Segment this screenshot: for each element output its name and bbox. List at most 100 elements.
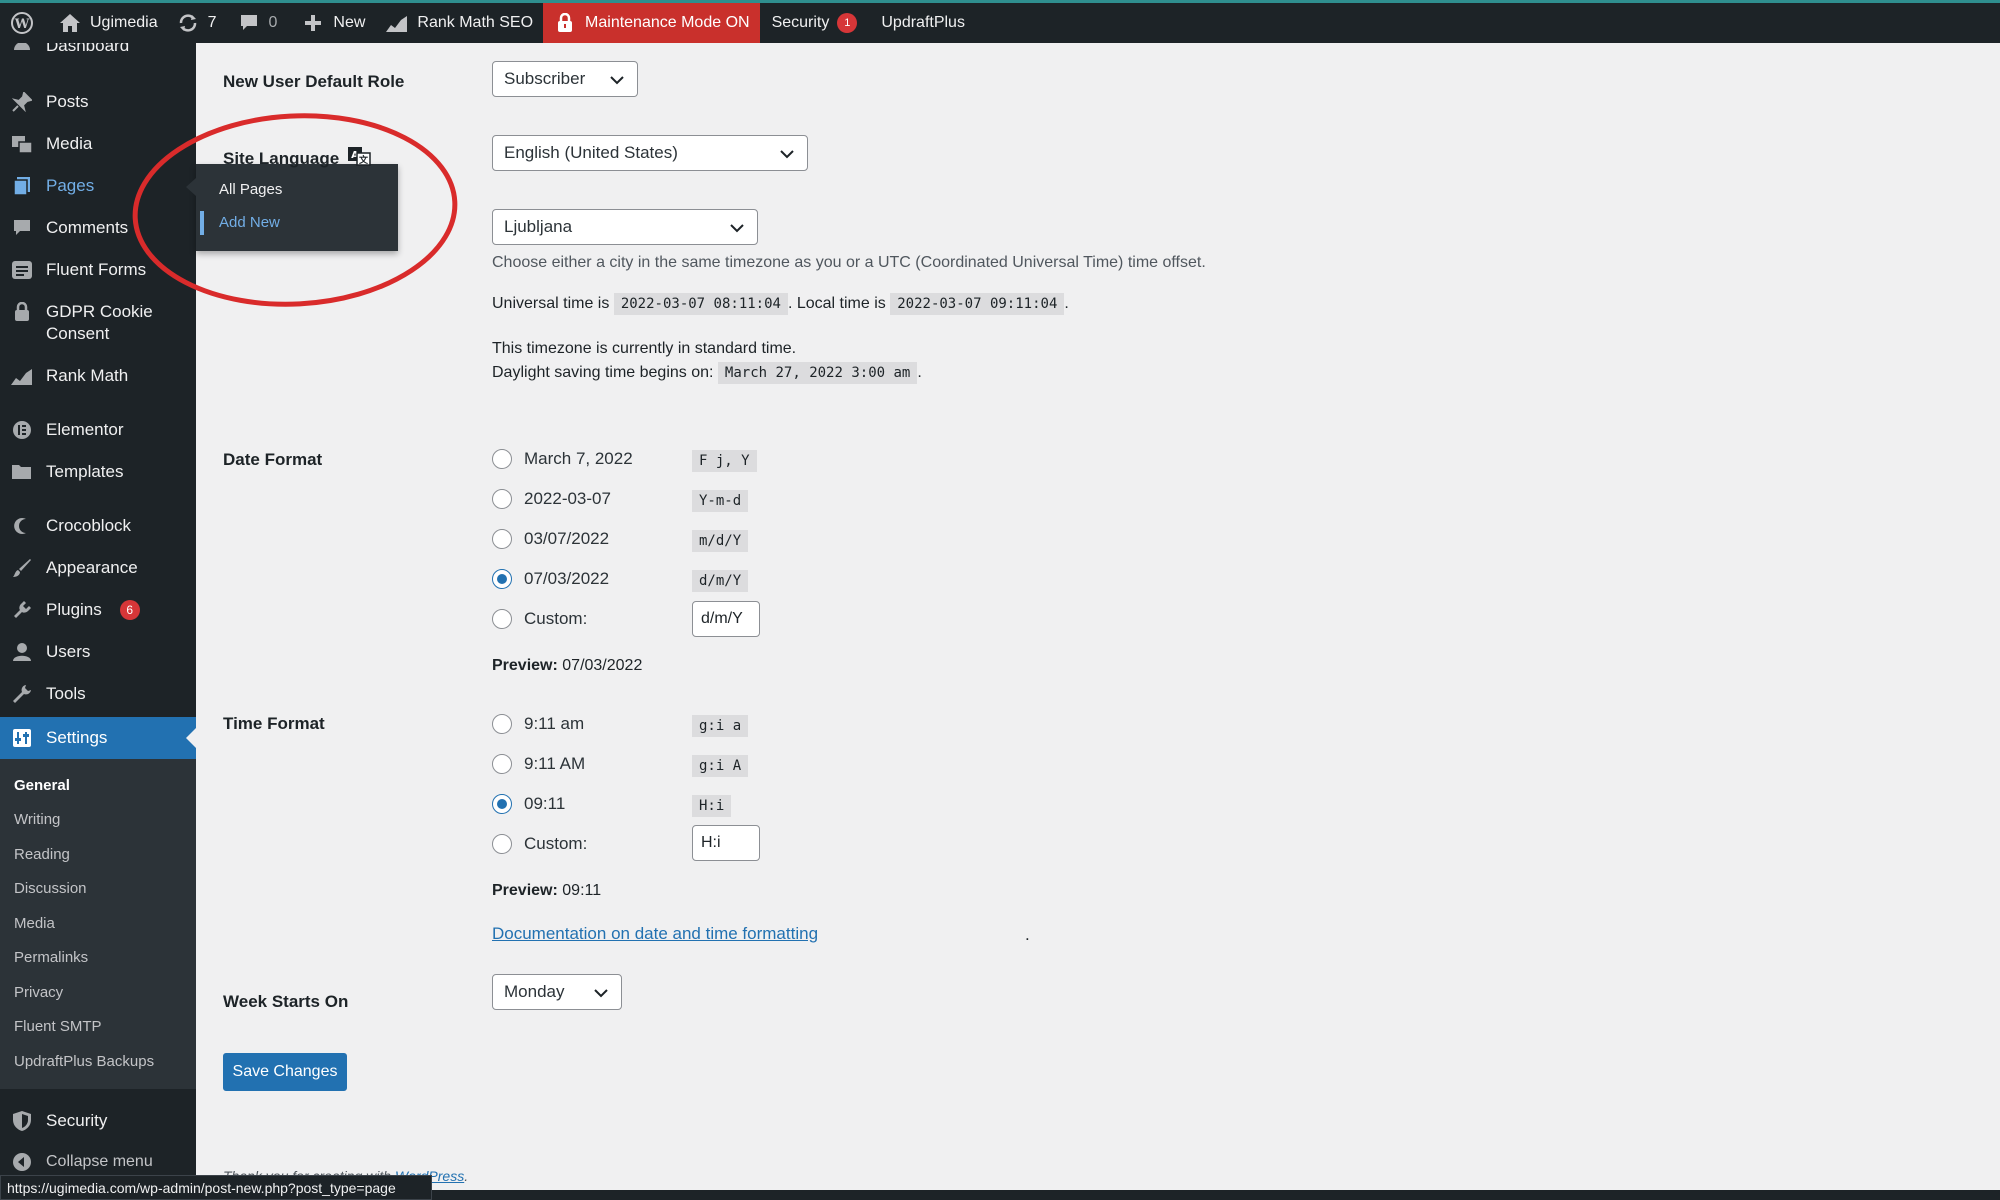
rank-math-label: Rank Math SEO <box>417 14 534 31</box>
maintenance-mode-toggle[interactable]: Maintenance Mode ON <box>543 3 760 43</box>
submenu-reading[interactable]: Reading <box>14 846 70 863</box>
date-format-label: Date Format <box>223 450 323 469</box>
submenu-media[interactable]: Media <box>14 915 55 932</box>
universal-time: 2022-03-07 08:11:04 <box>613 293 788 315</box>
submenu-writing[interactable]: Writing <box>14 811 60 828</box>
menu-item-users[interactable]: Users <box>0 641 196 663</box>
dashboard-icon <box>10 43 34 57</box>
menu-item-security[interactable]: Security <box>0 1110 196 1132</box>
submenu-discussion[interactable]: Discussion <box>14 880 87 897</box>
settings-submenu: General Writing Reading Discussion Media… <box>0 759 196 1089</box>
submenu-permalinks[interactable]: Permalinks <box>14 949 88 966</box>
updates-link[interactable]: 7 <box>168 3 227 43</box>
time-preview: Preview: 09:11 <box>492 882 601 900</box>
menu-item-appearance[interactable]: Appearance <box>0 557 196 579</box>
menu-item-crocoblock[interactable]: Crocoblock <box>0 515 196 537</box>
radio-button[interactable] <box>492 489 512 509</box>
plugins-update-badge: 6 <box>119 600 140 620</box>
radio-button-checked[interactable] <box>492 794 512 814</box>
default-role-select[interactable]: Subscriber <box>492 61 638 97</box>
date-format-custom-option[interactable]: Custom: <box>492 609 587 629</box>
radio-button-checked[interactable] <box>492 569 512 589</box>
updates-icon <box>176 11 200 35</box>
site-name-link[interactable]: Ugimedia <box>44 3 168 43</box>
menu-label: Security <box>46 1111 108 1130</box>
radio-button[interactable] <box>492 754 512 774</box>
security-link[interactable]: Security 1 <box>760 3 868 43</box>
menu-label: Fluent Forms <box>46 260 147 279</box>
submenu-privacy[interactable]: Privacy <box>14 984 63 1001</box>
submenu-updraftplus-backups[interactable]: UpdraftPlus Backups <box>14 1053 154 1070</box>
comment-icon <box>237 11 261 35</box>
time-format-custom-input[interactable]: H:i <box>692 825 760 861</box>
new-content-link[interactable]: New <box>287 3 375 43</box>
date-format-option[interactable]: 03/07/2022 <box>492 529 609 549</box>
menu-item-elementor[interactable]: Elementor <box>0 419 196 441</box>
menu-item-templates[interactable]: Templates <box>0 461 196 483</box>
menu-item-dashboard[interactable]: Dashboard <box>0 43 196 57</box>
updraftplus-link[interactable]: UpdraftPlus <box>867 3 975 43</box>
comments-link[interactable]: 0 <box>227 3 288 43</box>
date-format-option[interactable]: March 7, 2022 <box>492 449 633 469</box>
rank-math-link[interactable]: Rank Math SEO <box>375 3 543 43</box>
admin-bar: W Ugimedia 7 0 New Rank Math SEO Mainten… <box>0 3 2000 43</box>
week-starts-select[interactable]: Monday <box>492 974 622 1010</box>
forms-icon <box>10 259 34 281</box>
date-format-label-text: March 7, 2022 <box>524 449 633 468</box>
user-icon <box>10 641 34 663</box>
timezone-select[interactable]: Ljubljana <box>492 209 758 245</box>
menu-item-comments[interactable]: Comments <box>0 217 196 239</box>
menu-item-posts[interactable]: Posts <box>0 91 196 113</box>
date-format-custom-input[interactable]: d/m/Y <box>692 601 760 637</box>
date-format-option-selected[interactable]: 07/03/2022 <box>492 569 609 589</box>
date-time-docs-link[interactable]: Documentation on date and time formattin… <box>492 924 818 944</box>
radio-button[interactable] <box>492 834 512 854</box>
collapse-icon <box>10 1151 34 1173</box>
menu-item-pages[interactable]: Pages <box>0 175 196 197</box>
menu-label: Media <box>46 134 93 153</box>
time-format-custom-option[interactable]: Custom: <box>492 834 587 854</box>
universal-time-prefix: Universal time is <box>492 295 610 312</box>
lock-icon <box>10 301 34 323</box>
default-role-value: Subscriber <box>504 69 586 88</box>
date-format-option[interactable]: 2022-03-07 <box>492 489 611 509</box>
menu-label: Templates <box>46 462 124 481</box>
menu-item-fluent-forms[interactable]: Fluent Forms <box>0 259 196 281</box>
menu-item-settings[interactable]: Settings <box>0 717 196 759</box>
site-language-select[interactable]: English (United States) <box>492 135 808 171</box>
time-format-label-text: Custom: <box>524 834 588 853</box>
time-readout: Universal time is 2022-03-07 08:11:04. L… <box>492 293 1069 315</box>
time-format-label: Time Format <box>223 714 325 733</box>
menu-label: Tools <box>46 684 86 703</box>
radio-button[interactable] <box>492 529 512 549</box>
folder-icon <box>10 461 34 483</box>
radio-button[interactable] <box>492 449 512 469</box>
collapse-menu-button[interactable]: Collapse menu <box>0 1151 196 1173</box>
menu-label: Crocoblock <box>46 516 132 535</box>
radio-button[interactable] <box>492 609 512 629</box>
menu-item-plugins[interactable]: Plugins 6 <box>0 599 196 621</box>
time-format-code: g:i A <box>692 755 749 777</box>
svg-text:文: 文 <box>358 154 369 166</box>
submenu-general[interactable]: General <box>14 777 70 794</box>
wordpress-logo-button[interactable]: W <box>0 3 44 43</box>
timezone-value: Ljubljana <box>504 217 573 236</box>
menu-label: Plugins <box>46 600 102 619</box>
browser-status-url: https://ugimedia.com/wp-admin/post-new.p… <box>0 1175 432 1200</box>
time-format-label-text: 9:11 AM <box>524 754 586 773</box>
save-changes-button[interactable]: Save Changes <box>223 1053 347 1091</box>
date-format-label-text: Custom: <box>524 609 588 628</box>
time-preview-value: 09:11 <box>562 882 602 899</box>
menu-item-gdpr-cookie-consent[interactable]: GDPR Cookie Consent <box>0 301 196 345</box>
time-format-option-selected[interactable]: 09:11 <box>492 794 565 814</box>
menu-item-tools[interactable]: Tools <box>0 683 196 705</box>
shield-icon <box>10 1110 34 1132</box>
menu-item-media[interactable]: Media <box>0 133 196 155</box>
menu-item-rank-math[interactable]: Rank Math <box>0 365 196 387</box>
radio-button[interactable] <box>492 714 512 734</box>
time-format-option[interactable]: 9:11 am <box>492 714 584 734</box>
date-format-code: m/d/Y <box>692 530 749 552</box>
submenu-fluent-smtp[interactable]: Fluent SMTP <box>14 1018 102 1035</box>
menu-label: Appearance <box>46 558 138 577</box>
time-format-option[interactable]: 9:11 AM <box>492 754 585 774</box>
